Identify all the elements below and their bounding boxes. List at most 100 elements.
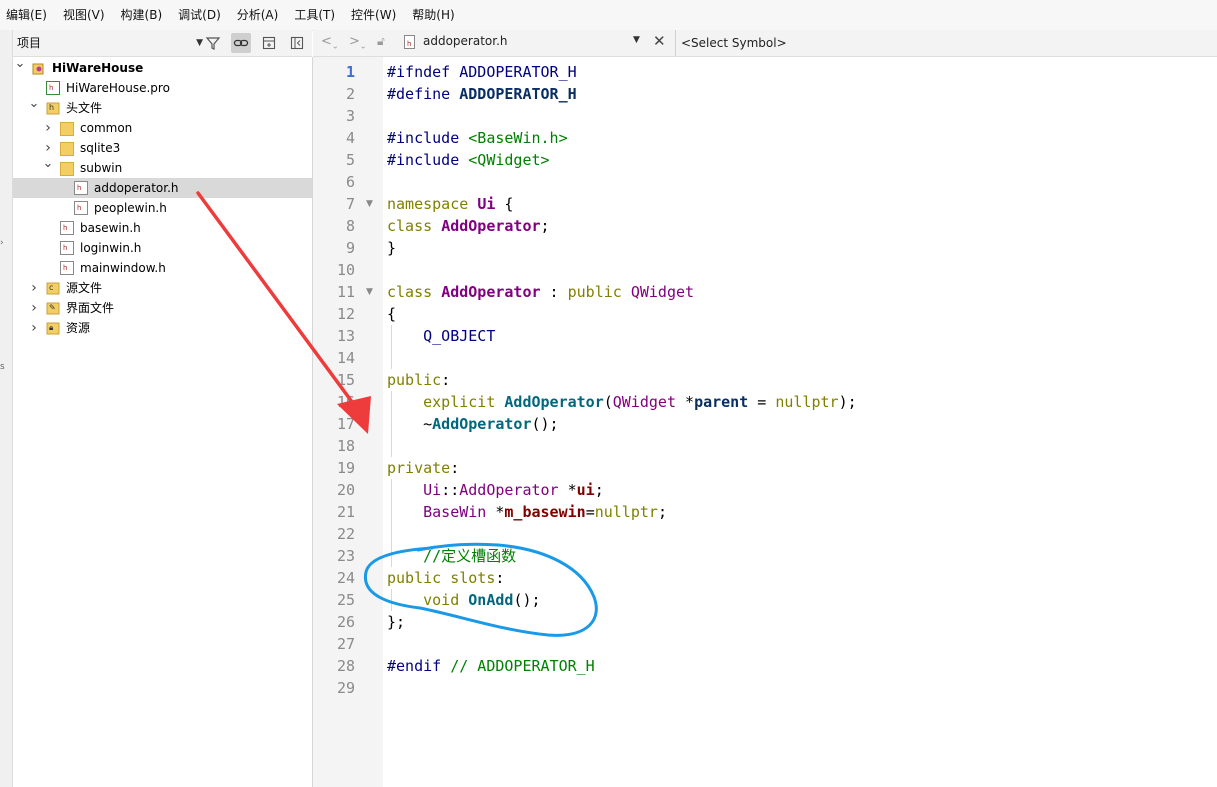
chevron-right-icon[interactable]: › [42,118,54,138]
code-token: = [585,503,595,521]
tree-item-label: HiWareHouse.pro [66,81,170,95]
fold-marker-icon[interactable]: ▼ [366,193,373,215]
filter-button[interactable] [203,33,223,53]
menu-item[interactable]: 帮助(H) [404,0,462,30]
chevron-down-icon[interactable]: ▼ [633,35,640,45]
sidebar-header: 项目 ▼ [13,30,312,57]
code-token: ; [657,503,667,521]
menu-item[interactable]: 编辑(E) [0,0,55,30]
lock-icon[interactable]: 🔓︎ [377,34,385,49]
edge-label: s [0,362,5,372]
code-token: class [387,217,442,235]
tree-item[interactable]: ⌄ subwin [13,156,312,178]
mode-selector-edge[interactable]: › s [0,30,13,787]
form-folder-icon: ✎ [46,301,60,315]
code-editor[interactable]: #ifndef ADDOPERATOR_H #define ADDOPERATOR… [383,57,1217,787]
project-view-label: 项目 [17,36,42,50]
code-line: #include <BaseWin.h> [387,127,568,149]
fold-marker-icon[interactable]: ▼ [366,281,373,303]
close-sidebar-button[interactable] [287,33,307,53]
tree-item[interactable]: loginwin.h [13,238,312,258]
line-number: 21 [336,503,355,521]
menu-item[interactable]: 视图(V) [55,0,113,30]
forward-button[interactable]: >⌄ [349,34,367,51]
tree-item[interactable]: addoperator.h [13,178,312,198]
chevron-down-icon[interactable]: ⌄ [28,94,40,114]
code-token: #endif [387,657,451,675]
code-token: * [676,393,695,411]
code-token: { [387,305,397,323]
code-token: : [441,371,451,389]
code-line: class AddOperator; [387,215,550,237]
tree-item[interactable]: mainwindow.h [13,258,312,278]
tree-item-label: loginwin.h [80,241,142,255]
menu-item[interactable]: 调试(D) [170,0,229,30]
tree-item[interactable]: peoplewin.h [13,198,312,218]
chevron-right-icon[interactable]: › [28,278,40,298]
sync-link-button[interactable] [231,33,251,53]
code-token: : [495,569,505,587]
line-number: 15 [336,371,355,389]
code-token: { [495,195,514,213]
code-token: AddOperator [432,415,532,433]
tree-item[interactable]: ⌄ h 头文件 [13,96,312,118]
code-token: }; [387,613,406,631]
project-icon [32,61,46,75]
split-button[interactable] [259,33,279,53]
code-token: BaseWin [423,503,487,521]
chevron-right-icon[interactable]: › [28,298,40,318]
line-number: 29 [336,679,355,697]
open-file-combo[interactable]: addoperator.h [423,34,508,48]
chevron-down-icon[interactable]: ⌄ [14,54,26,74]
tree-item[interactable]: › ✎ 界面文件 [13,298,312,318]
line-number: 28 [336,657,355,675]
code-token: explicit [423,393,505,411]
resource-folder-icon: 🔒︎ [46,321,60,335]
folder-icon [60,162,74,176]
code-line: Ui::AddOperator *ui; [387,479,604,501]
tree-item[interactable]: › common [13,118,312,138]
line-number-gutter: 1 2 3 4 5 6 7 ▼ 8 9 10 11 ▼ 12 13 14 15 16 17 18 19 20 21 22 23 2… [313,57,383,787]
project-view-select[interactable]: 项目 ▼ [17,34,203,52]
code-token: AddOperator [441,283,541,301]
code-token: #include [387,129,469,147]
code-line: //定义槽函数 [387,545,516,567]
line-number: 1 [345,63,355,81]
line-number: 24 [336,569,355,587]
line-number: 6 [345,173,355,191]
tree-item[interactable]: ⌄ HiWareHouse [13,56,312,78]
back-button[interactable]: <⌄ [321,34,339,51]
close-file-button[interactable]: ✕ [653,32,666,50]
code-token: QWidget [612,393,676,411]
tree-item[interactable]: › sqlite3 [13,138,312,158]
code-token: * [486,503,505,521]
code-token: ~ [387,415,433,433]
chevron-down-icon[interactable]: ⌄ [42,154,54,174]
chevron-right-icon[interactable]: › [28,318,40,338]
header-file-icon [60,261,74,275]
tree-item[interactable]: › c 源文件 [13,278,312,298]
menu-bar: 编辑(E) 视图(V) 构建(B) 调试(D) 分析(A) 工具(T) 控件(W) 帮助(H) [0,0,1217,31]
folder-icon [60,122,74,136]
tree-item[interactable]: basewin.h [13,218,312,238]
edge-arrow-icon: › [0,238,4,248]
menu-item[interactable]: 工具(T) [286,0,343,30]
line-number: 5 [345,151,355,169]
symbol-select[interactable]: <Select Symbol> [675,30,787,56]
menu-item[interactable]: 构建(B) [113,0,171,30]
menu-item[interactable]: 分析(A) [229,0,287,30]
line-number: 2 [345,85,355,103]
code-token: void [423,591,469,609]
tree-item-label: HiWareHouse [52,61,144,75]
header-file-icon [74,181,88,195]
tree-item[interactable]: HiWareHouse.pro [13,78,312,98]
menu-item[interactable]: 控件(W) [343,0,404,30]
tree-item[interactable]: › 🔒︎ 资源 [13,318,312,338]
code-token: public [387,569,451,587]
code-token: #include [387,151,469,169]
project-tree: ⌄HiWareHouseHiWareHouse.pro⌄h头文件›common›… [13,56,313,787]
code-line: public: [387,369,450,391]
